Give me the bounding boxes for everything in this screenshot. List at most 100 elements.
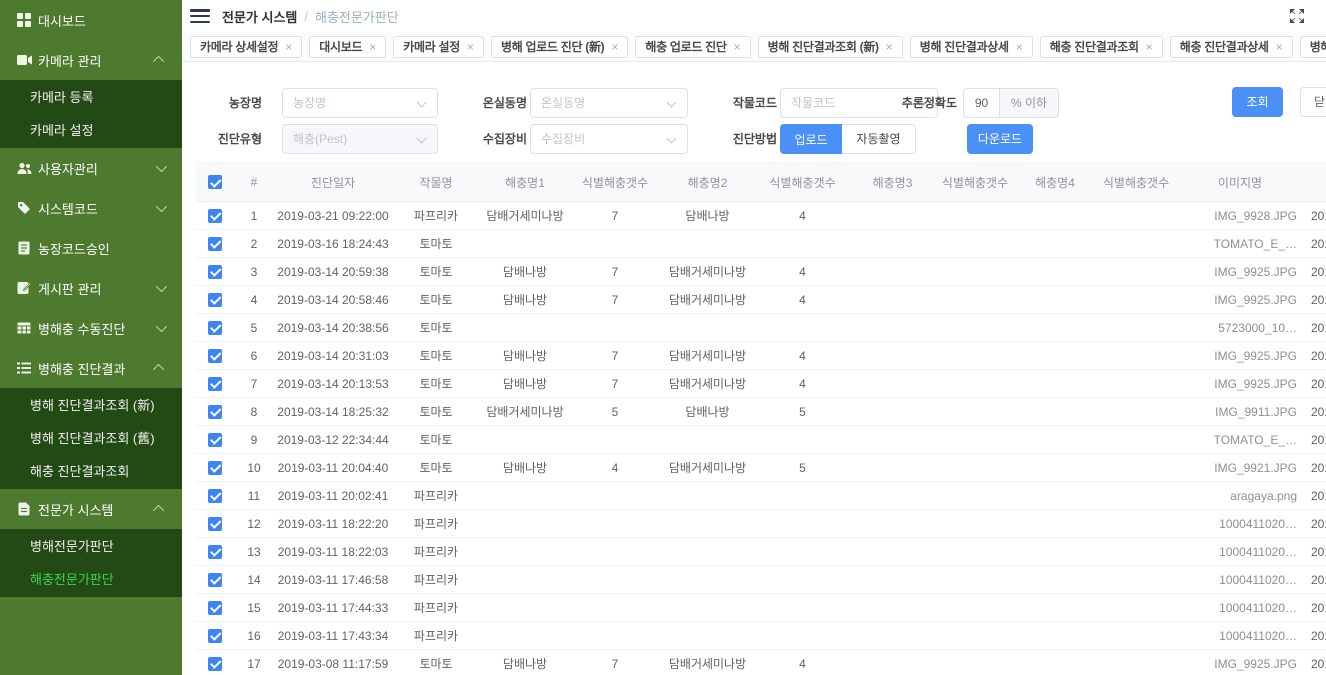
sidebar-item-system-code[interactable]: 시스템코드 [0, 188, 182, 228]
row-checkbox-cell[interactable] [196, 342, 234, 370]
close-button[interactable]: 닫기 [1300, 87, 1326, 117]
tab-close-icon[interactable]: × [1276, 40, 1283, 54]
tab-close-icon[interactable]: × [1146, 40, 1153, 54]
checkbox-checked-icon[interactable] [208, 601, 222, 615]
device-select[interactable]: 수집장비 [530, 124, 688, 154]
checkbox-checked-icon[interactable] [208, 657, 222, 671]
sidebar-item-camera-register[interactable]: 카메라 등록 [0, 81, 182, 114]
table-row[interactable]: 6 2019-03-14 20:31:03 토마토 담배나방 7 담배거세미나방… [196, 342, 1326, 370]
row-checkbox-cell[interactable] [196, 258, 234, 286]
table-row[interactable]: 15 2019-03-11 17:44:33 파프리카 1000411020 [196, 594, 1326, 622]
tab[interactable]: 해충 진단결과상세 × [1170, 36, 1293, 58]
row-checkbox-cell[interactable] [196, 594, 234, 622]
checkbox-checked-icon[interactable] [208, 349, 222, 363]
tab-close-icon[interactable]: × [611, 40, 618, 54]
tab-close-icon[interactable]: × [1016, 40, 1023, 54]
method-upload-button[interactable]: 업로드 [780, 124, 842, 154]
checkbox-checked-icon[interactable] [208, 265, 222, 279]
checkbox-checked-icon[interactable] [208, 461, 222, 475]
checkbox-checked-icon[interactable] [208, 209, 222, 223]
table-row[interactable]: 4 2019-03-14 20:58:46 토마토 담배나방 7 담배거세미나방… [196, 286, 1326, 314]
checkbox-checked-icon[interactable] [208, 405, 222, 419]
sidebar-item-user-management[interactable]: 사용자관리 [0, 148, 182, 188]
tab-close-icon[interactable]: × [734, 40, 741, 54]
select-all-checkbox[interactable] [196, 163, 234, 202]
table-row[interactable]: 13 2019-03-11 18:22:03 파프리카 1000411020 [196, 538, 1326, 566]
row-checkbox-cell[interactable] [196, 622, 234, 650]
greenhouse-select[interactable]: 온실동명 [530, 88, 688, 118]
table-row[interactable]: 11 2019-03-11 20:02:41 파프리카 aragaya.pn [196, 482, 1326, 510]
tab[interactable]: 병해전문가판단 × [1300, 36, 1326, 58]
table-row[interactable]: 1 2019-03-21 09:22:00 파프리카 담배거세미나방 7 담배나… [196, 202, 1326, 230]
table-row[interactable]: 12 2019-03-11 18:22:20 파프리카 1000411020 [196, 510, 1326, 538]
row-checkbox-cell[interactable] [196, 510, 234, 538]
row-checkbox-cell[interactable] [196, 286, 234, 314]
sidebar-item-dashboard[interactable]: 대시보드 [0, 0, 182, 40]
checkbox-checked-icon[interactable] [208, 433, 222, 447]
sidebar-item-farm-code-approval[interactable]: 농장코드승인 [0, 228, 182, 268]
sidebar-item-pest-result[interactable]: 해충 진단결과조회 [0, 455, 182, 488]
tab-close-icon[interactable]: × [886, 40, 893, 54]
accuracy-input[interactable] [963, 88, 999, 118]
download-button[interactable]: 다운로드 [967, 124, 1033, 154]
checkbox-checked-icon[interactable] [208, 489, 222, 503]
sidebar-item-disease-result-old[interactable]: 병해 진단결과조회 (舊) [0, 422, 182, 455]
table-row[interactable]: 16 2019-03-11 17:43:34 파프리카 1000411020 [196, 622, 1326, 650]
fullscreen-icon[interactable] [1288, 7, 1306, 25]
tab[interactable]: 병해 진단결과상세 × [910, 36, 1033, 58]
sidebar-item-expert-system[interactable]: 전문가 시스템 [0, 489, 182, 529]
sidebar-item-camera-settings[interactable]: 카메라 설정 [0, 114, 182, 147]
checkbox-checked-icon[interactable] [208, 175, 222, 189]
checkbox-checked-icon[interactable] [208, 573, 222, 587]
checkbox-checked-icon[interactable] [208, 377, 222, 391]
table-row[interactable]: 5 2019-03-14 20:38:56 토마토 5723000_10… [196, 314, 1326, 342]
tab[interactable]: 대시보드 × [309, 36, 386, 58]
checkbox-checked-icon[interactable] [208, 237, 222, 251]
table-row[interactable]: 3 2019-03-14 20:59:38 토마토 담배나방 7 담배거세미나방… [196, 258, 1326, 286]
tab[interactable]: 해충 업로드 진단 × [635, 36, 750, 58]
row-checkbox-cell[interactable] [196, 650, 234, 675]
tab-close-icon[interactable]: × [467, 40, 474, 54]
table-row[interactable]: 10 2019-03-11 20:04:40 토마토 담배나방 4 담배거세미나… [196, 454, 1326, 482]
tab[interactable]: 카메라 설정 × [393, 36, 484, 58]
sidebar-item-diagnosis-results[interactable]: 병해충 진단결과 [0, 348, 182, 388]
row-checkbox-cell[interactable] [196, 482, 234, 510]
tab[interactable]: 병해 진단결과조회 (新) × [758, 36, 903, 58]
row-checkbox-cell[interactable] [196, 454, 234, 482]
method-autocapture-button[interactable]: 자동촬영 [842, 124, 916, 154]
tab-close-icon[interactable]: × [285, 40, 292, 54]
sidebar-item-pest-expert-judgment[interactable]: 해충전문가판단 [0, 563, 182, 596]
tab[interactable]: 병해 업로드 진단 (新) × [491, 36, 628, 58]
row-checkbox-cell[interactable] [196, 566, 234, 594]
checkbox-checked-icon[interactable] [208, 629, 222, 643]
row-checkbox-cell[interactable] [196, 202, 234, 230]
tab-close-icon[interactable]: × [369, 40, 376, 54]
row-checkbox-cell[interactable] [196, 370, 234, 398]
table-row[interactable]: 14 2019-03-11 17:46:58 파프리카 1000411020 [196, 566, 1326, 594]
row-checkbox-cell[interactable] [196, 398, 234, 426]
tab[interactable]: 해충 진단결과조회 × [1040, 36, 1163, 58]
pest-count-4 [1095, 258, 1177, 286]
checkbox-checked-icon[interactable] [208, 545, 222, 559]
table-row[interactable]: 2 2019-03-16 18:24:43 토마토 TOMATO_E_… [196, 230, 1326, 258]
sidebar-item-camera-management[interactable]: 카메라 관리 [0, 40, 182, 80]
farm-name-select[interactable]: 농장명 [282, 88, 438, 118]
search-button[interactable]: 조회 [1232, 87, 1283, 117]
checkbox-checked-icon[interactable] [208, 293, 222, 307]
checkbox-checked-icon[interactable] [208, 517, 222, 531]
row-checkbox-cell[interactable] [196, 230, 234, 258]
table-row[interactable]: 17 2019-03-08 11:17:59 토마토 담배나방 7 담배거세미나… [196, 650, 1326, 675]
sidebar-item-manual-diagnosis[interactable]: 병해충 수동진단 [0, 308, 182, 348]
table-row[interactable]: 8 2019-03-14 18:25:32 토마토 담배거세미나방 5 담배나방… [196, 398, 1326, 426]
checkbox-checked-icon[interactable] [208, 321, 222, 335]
table-row[interactable]: 9 2019-03-12 22:34:44 토마토 TOMATO_E_… [196, 426, 1326, 454]
tab[interactable]: 카메라 상세설정 × [190, 36, 302, 58]
row-checkbox-cell[interactable] [196, 314, 234, 342]
row-checkbox-cell[interactable] [196, 538, 234, 566]
sidebar-item-board-management[interactable]: 게시판 관리 [0, 268, 182, 308]
sidebar-item-disease-result-new[interactable]: 병해 진단결과조회 (新) [0, 389, 182, 422]
sidebar-item-disease-expert-judgment[interactable]: 병해전문가판단 [0, 530, 182, 563]
table-row[interactable]: 7 2019-03-14 20:13:53 토마토 담배나방 7 담배거세미나방… [196, 370, 1326, 398]
row-checkbox-cell[interactable] [196, 426, 234, 454]
hamburger-menu-icon[interactable] [190, 9, 210, 23]
